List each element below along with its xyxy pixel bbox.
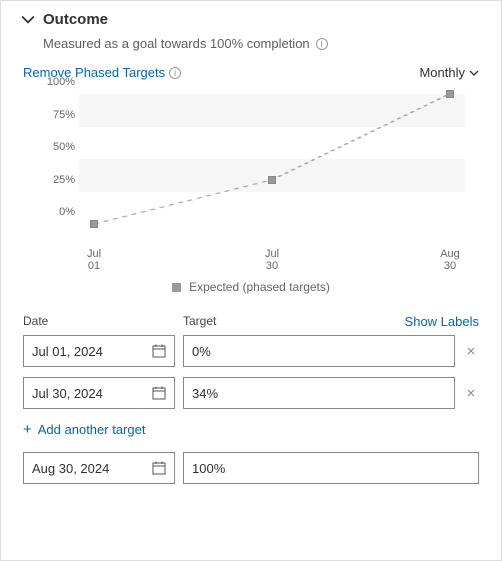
target-value: 0% [192,344,211,359]
target-input[interactable]: 100% [183,452,479,484]
ytick: 50% [35,141,75,153]
date-value: Jul 30, 2024 [32,386,103,401]
remove-target-button[interactable]: × [463,385,479,402]
info-icon[interactable]: i [316,38,328,50]
period-dropdown-label: Monthly [419,65,465,80]
final-target-row: Aug 30, 2024 100% [23,452,479,484]
chevron-down-icon [469,68,479,78]
chart-point [446,90,454,98]
xtick: Aug 30 [435,248,465,272]
column-date: Date [23,314,175,329]
chart-plot: 0% 25% 50% 75% 100% [79,94,465,224]
phased-targets-chart: 0% 25% 50% 75% 100% Jul 01 Jul 30 Aug 30 [35,92,471,242]
target-value: 34% [192,386,218,401]
date-input[interactable]: Jul 01, 2024 [23,335,175,367]
target-row: Jul 01, 2024 0% × [23,335,479,367]
legend-swatch [172,283,181,292]
plus-icon: + [23,421,32,438]
chart-point [268,176,276,184]
calendar-icon [152,344,166,358]
ytick: 0% [35,206,75,218]
date-value: Aug 30, 2024 [32,461,109,476]
calendar-icon [152,461,166,475]
ytick: 100% [35,76,75,88]
remove-target-button[interactable]: × [463,343,479,360]
date-input[interactable]: Aug 30, 2024 [23,452,175,484]
chart-legend: Expected (phased targets) [21,280,481,294]
target-row: Jul 30, 2024 34% × [23,377,479,409]
column-target: Target [183,314,397,329]
info-icon[interactable]: i [169,67,181,79]
xtick: Jul 30 [257,248,287,272]
add-target-label: Add another target [38,422,146,437]
date-value: Jul 01, 2024 [32,344,103,359]
target-input[interactable]: 34% [183,377,455,409]
chart-line [79,94,465,224]
section-subtitle: Measured as a goal towards 100% completi… [43,36,310,51]
ytick: 75% [35,109,75,121]
section-title: Outcome [43,11,108,28]
period-dropdown[interactable]: Monthly [419,65,479,80]
date-input[interactable]: Jul 30, 2024 [23,377,175,409]
show-labels-link[interactable]: Show Labels [405,314,479,329]
legend-label: Expected (phased targets) [189,280,330,294]
ytick: 25% [35,174,75,186]
target-input[interactable]: 0% [183,335,455,367]
collapse-icon[interactable] [21,13,35,27]
target-value: 100% [192,461,225,476]
chart-point [90,220,98,228]
calendar-icon [152,386,166,400]
add-target-button[interactable]: + Add another target [23,421,145,438]
xtick: Jul 01 [79,248,109,272]
